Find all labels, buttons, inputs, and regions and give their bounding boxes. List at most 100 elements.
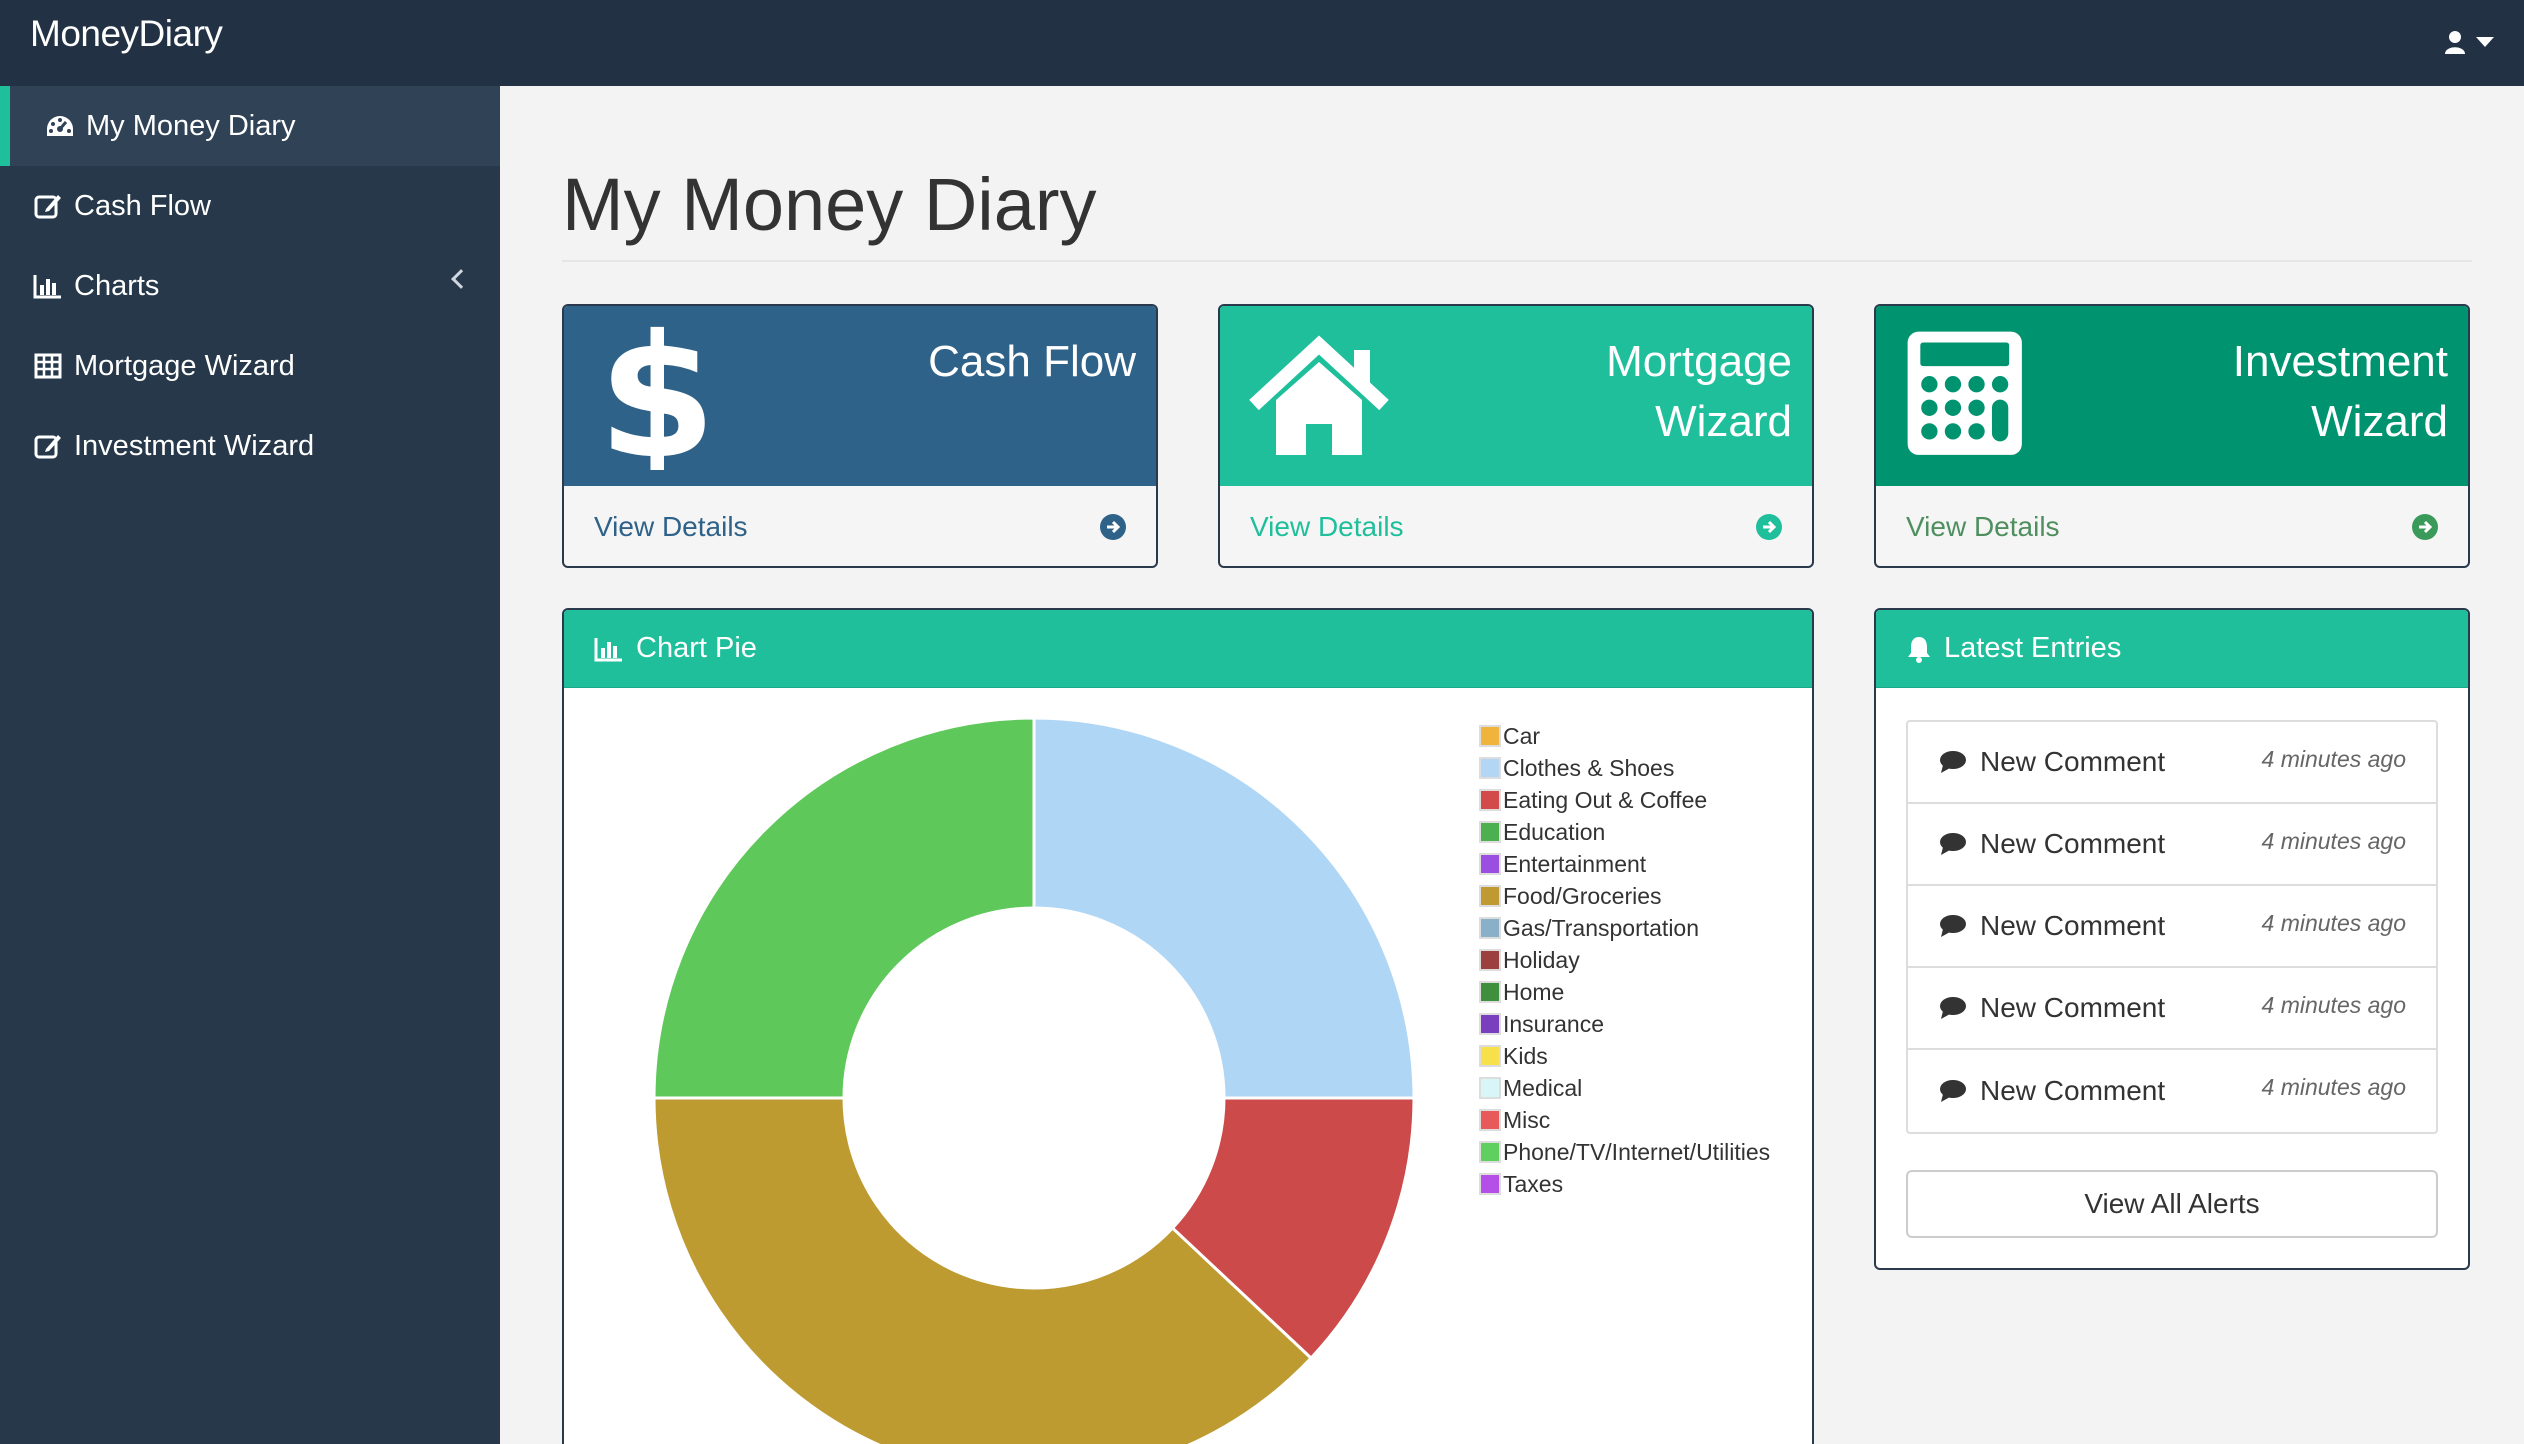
sidebar-item-charts[interactable]: Charts xyxy=(0,246,500,326)
sidebar-item-investment-wizard[interactable]: Investment Wizard xyxy=(0,406,500,486)
sidebar-item-mortgage-wizard[interactable]: Mortgage Wizard xyxy=(0,326,500,406)
comment-icon xyxy=(1940,751,1966,773)
table-icon xyxy=(32,350,64,382)
legend-item: Kids xyxy=(1479,1040,1770,1072)
list-item[interactable]: New Comment 4 minutes ago xyxy=(1908,804,2436,886)
sidebar-item-label: Charts xyxy=(74,269,160,302)
entry-time: 4 minutes ago xyxy=(2261,910,2406,936)
card-title: Cash Flow xyxy=(928,337,1136,386)
donut-slice-food-groceries[interactable] xyxy=(652,1096,1314,1444)
entry-text: New Comment xyxy=(1980,910,2166,941)
entry-time: 4 minutes ago xyxy=(2261,992,2406,1018)
edit-icon xyxy=(32,430,64,462)
legend-label: Entertainment xyxy=(1503,850,1647,877)
sidebar: My Money Diary Cash Flow Charts Mortgage… xyxy=(0,86,500,1444)
legend-item: Home xyxy=(1479,976,1770,1008)
comment-icon xyxy=(1940,1080,1966,1102)
legend-label: Medical xyxy=(1503,1074,1583,1101)
legend-item: Food/Groceries xyxy=(1479,880,1770,912)
chevron-left-icon[interactable] xyxy=(451,269,471,289)
user-menu[interactable] xyxy=(2444,20,2494,64)
donut-slice-clothes-shoes[interactable] xyxy=(1032,716,1416,1100)
svg-text:$: $ xyxy=(598,320,716,470)
legend-item: Entertainment xyxy=(1479,848,1770,880)
card-header: Investment Wizard xyxy=(1876,306,2468,486)
sidebar-item-label: My Money Diary xyxy=(86,109,296,142)
legend-swatch xyxy=(1479,1141,1501,1163)
title-divider xyxy=(562,260,2472,262)
dollar-icon: $ xyxy=(598,320,716,470)
sidebar-item-cash-flow[interactable]: Cash Flow xyxy=(0,166,500,246)
legend-swatch xyxy=(1479,1045,1501,1067)
view-details-link[interactable]: View Details xyxy=(1220,486,1812,566)
bell-icon xyxy=(1906,635,1932,663)
entry-text: New Comment xyxy=(1980,992,2166,1023)
entry-time: 4 minutes ago xyxy=(2261,828,2406,854)
list-item[interactable]: New Comment 4 minutes ago xyxy=(1908,968,2436,1050)
list-item[interactable]: New Comment 4 minutes ago xyxy=(1908,1050,2436,1132)
user-icon xyxy=(2445,31,2465,54)
legend-item: Education xyxy=(1479,816,1770,848)
legend-label: Phone/TV/Internet/Utilities xyxy=(1503,1138,1771,1165)
brand-logo[interactable]: MoneyDiary xyxy=(30,12,223,56)
entry-time: 4 minutes ago xyxy=(2261,1074,2406,1100)
edit-icon xyxy=(32,190,64,222)
dashboard-icon xyxy=(44,110,76,142)
panel-header: Latest Entries xyxy=(1876,610,2468,688)
legend-item: Insurance xyxy=(1479,1008,1770,1040)
legend-swatch xyxy=(1479,725,1501,747)
latest-entries-panel: Latest Entries New Comment 4 minutes ago N… xyxy=(1874,608,2470,1270)
legend-label: Holiday xyxy=(1503,946,1580,973)
card-header: Mortgage Wizard xyxy=(1220,306,1812,486)
entry-time: 4 minutes ago xyxy=(2261,746,2406,772)
legend-label: Gas/Transportation xyxy=(1503,914,1700,941)
legend-swatch xyxy=(1479,885,1501,907)
card-title: Mortgage Wizard xyxy=(1606,337,1792,446)
legend-label: Kids xyxy=(1503,1042,1548,1069)
comment-icon xyxy=(1940,997,1966,1019)
legend-item: Clothes & Shoes xyxy=(1479,752,1770,784)
view-details-label: View Details xyxy=(594,511,748,542)
legend-item: Holiday xyxy=(1479,944,1770,976)
list-item[interactable]: New Comment 4 minutes ago xyxy=(1908,886,2436,968)
sidebar-item-label: Cash Flow xyxy=(74,189,211,222)
legend-item: Gas/Transportation xyxy=(1479,912,1770,944)
arrow-circle-right-icon xyxy=(1756,514,1782,540)
donut-chart xyxy=(652,716,1416,1444)
legend-item: Eating Out & Coffee xyxy=(1479,784,1770,816)
legend-label: Misc xyxy=(1503,1106,1551,1133)
legend-item: Medical xyxy=(1479,1072,1770,1104)
entry-text: New Comment xyxy=(1980,746,2166,777)
chart-legend: Car Clothes & Shoes Eating Out & Coffee Edu… xyxy=(1479,720,1770,1200)
view-details-label: View Details xyxy=(1250,511,1404,542)
legend-swatch xyxy=(1479,1013,1501,1035)
top-navbar: MoneyDiary xyxy=(0,0,2524,86)
comment-icon xyxy=(1940,833,1966,855)
comment-icon xyxy=(1940,915,1966,937)
bar-chart-icon xyxy=(32,270,64,302)
entry-text: New Comment xyxy=(1980,1075,2166,1106)
legend-label: Food/Groceries xyxy=(1503,882,1662,909)
view-details-link[interactable]: View Details xyxy=(1876,486,2468,566)
sidebar-item-my-money-diary[interactable]: My Money Diary xyxy=(0,86,500,166)
sidebar-item-label: Mortgage Wizard xyxy=(74,349,295,382)
view-all-alerts-button[interactable]: View All Alerts xyxy=(1906,1170,2438,1238)
card-header: $ Cash Flow xyxy=(564,306,1156,486)
legend-item: Car xyxy=(1479,720,1770,752)
donut-slice-phone-tv-internet-utilities[interactable] xyxy=(652,716,1036,1100)
arrow-circle-right-icon xyxy=(1100,514,1126,540)
legend-label: Home xyxy=(1503,978,1565,1005)
legend-swatch xyxy=(1479,757,1501,779)
list-item[interactable]: New Comment 4 minutes ago xyxy=(1908,722,2436,804)
entry-text: New Comment xyxy=(1980,828,2166,859)
calculator-icon xyxy=(1907,331,2022,455)
chart-pie-panel: Chart Pie Car Clothes & Shoes Eating Out &… xyxy=(562,608,1814,1444)
view-details-link[interactable]: View Details xyxy=(564,486,1156,566)
sidebar-item-label: Investment Wizard xyxy=(74,429,315,462)
legend-swatch xyxy=(1479,789,1501,811)
legend-swatch xyxy=(1479,1109,1501,1131)
legend-label: Education xyxy=(1503,818,1606,845)
legend-swatch xyxy=(1479,1173,1501,1195)
legend-item: Taxes xyxy=(1479,1168,1770,1200)
page-title: My Money Diary xyxy=(562,163,1097,246)
